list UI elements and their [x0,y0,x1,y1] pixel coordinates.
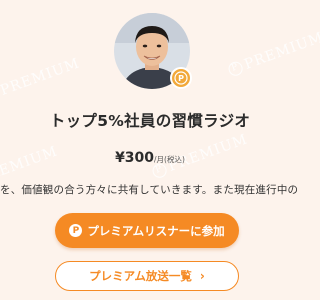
premium-watermark-badge-icon: P [226,59,245,78]
premium-watermark-badge-icon: P [0,85,1,104]
join-premium-label: プレミアムリスナーに参加 [87,223,225,238]
premium-episodes-list-button[interactable]: プレミアム放送一覧 › [55,261,239,291]
premium-badge-icon: P [170,67,192,89]
chevron-right-icon: › [199,269,205,283]
subscription-price: ¥300/月(税込) [0,147,300,166]
premium-episodes-label: プレミアム放送一覧 [89,269,192,283]
price-unit: /月(税込) [154,155,185,164]
premium-watermark: PPREMIUM [0,55,82,104]
host-avatar-container: P [114,13,192,89]
join-premium-listener-button[interactable]: P プレミアムリスナーに参加 [55,213,239,248]
premium-badge-letter: P [178,74,184,83]
program-description: を、価値観の合う方々に共有していきます。また現在進行中の「働き [0,184,300,196]
premium-watermark: PPREMIUM [226,29,320,78]
program-title: トップ5%社員の習慣ラジオ [49,112,251,130]
premium-p-icon: P [69,224,83,237]
price-amount: ¥300 [115,150,155,166]
